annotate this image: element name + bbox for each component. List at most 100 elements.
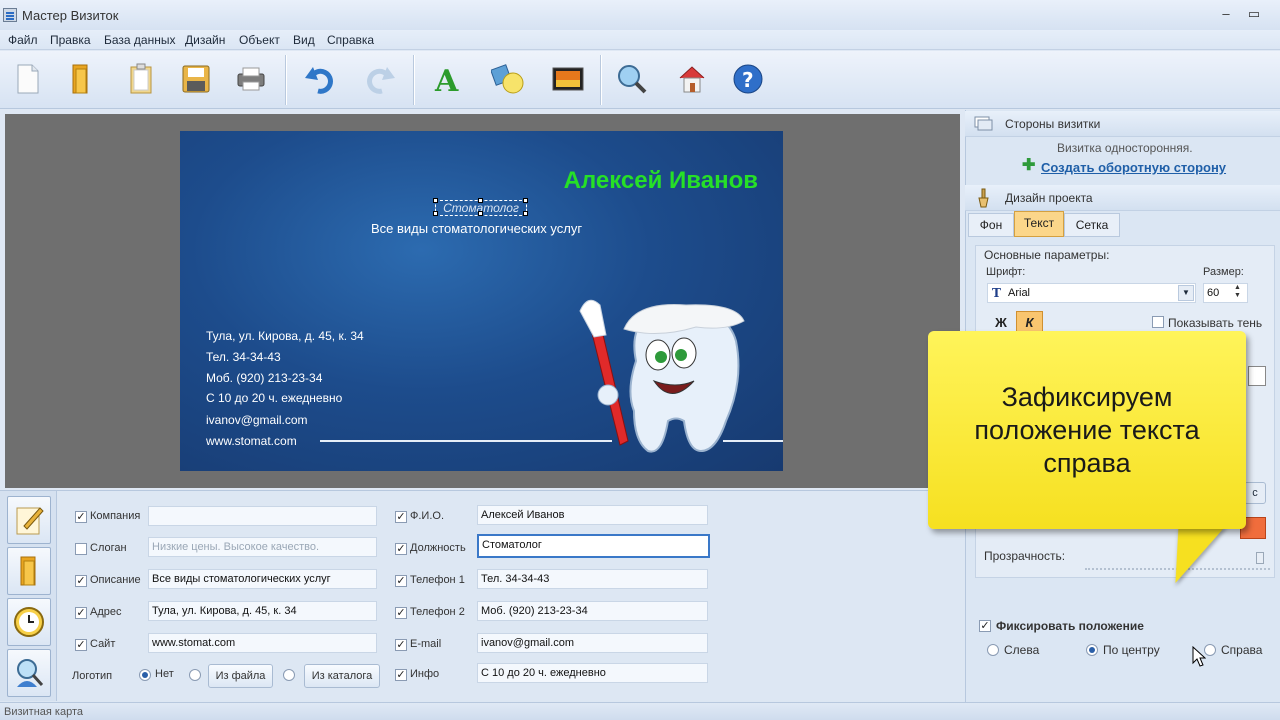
toolbar-separator xyxy=(285,55,286,105)
clipboard-icon[interactable] xyxy=(122,59,160,99)
position-field[interactable]: Стоматолог xyxy=(477,534,710,558)
clock-icon[interactable] xyxy=(7,598,51,646)
maximize-icon[interactable]: ▭ xyxy=(1244,6,1264,22)
selection-handle[interactable] xyxy=(433,211,438,216)
card-phone1-text[interactable]: Тел. 34-34-43 xyxy=(206,350,281,364)
menu-view[interactable]: Вид xyxy=(293,33,315,47)
print-icon[interactable] xyxy=(232,59,270,99)
menu-object[interactable]: Объект xyxy=(239,33,280,47)
search-user-icon[interactable] xyxy=(7,649,51,697)
fullname-field[interactable]: Алексей Иванов xyxy=(477,505,708,525)
description-checkbox[interactable]: ✓ xyxy=(75,575,87,587)
text-a-icon[interactable]: A xyxy=(429,59,467,99)
open-folder-side-icon[interactable] xyxy=(7,547,51,595)
create-back-side-link[interactable]: Создать оборотную сторону xyxy=(1041,160,1226,175)
undo-icon[interactable] xyxy=(301,59,339,99)
font-select[interactable]: Arial xyxy=(987,283,1196,303)
card-site-text[interactable]: www.stomat.com xyxy=(206,434,297,448)
align-center-radio[interactable] xyxy=(1086,644,1098,656)
transparency-slider-thumb[interactable] xyxy=(1256,552,1264,564)
email-checkbox[interactable]: ✓ xyxy=(395,639,407,651)
tab-text[interactable]: Текст xyxy=(1014,211,1064,237)
position-checkbox[interactable]: ✓ xyxy=(395,543,407,555)
minimize-icon[interactable]: – xyxy=(1216,6,1236,22)
edit-note-icon[interactable] xyxy=(7,496,51,544)
info-field[interactable]: С 10 до 20 ч. ежедневно xyxy=(477,663,708,683)
card-sides-header[interactable]: Стороны визитки xyxy=(965,111,1280,137)
menu-database[interactable]: База данных xyxy=(104,33,175,47)
slogan-field[interactable]: Низкие цены. Высокое качество. xyxy=(148,537,377,557)
phone2-checkbox[interactable]: ✓ xyxy=(395,607,407,619)
info-checkbox[interactable]: ✓ xyxy=(395,669,407,681)
tooth-mascot-image[interactable] xyxy=(576,291,766,471)
selection-handle[interactable] xyxy=(478,211,483,216)
slogan-checkbox[interactable] xyxy=(75,543,87,555)
selection-handle[interactable] xyxy=(523,211,528,216)
color-button[interactable]: c xyxy=(1244,482,1266,504)
card-sides-info: Визитка односторонняя. xyxy=(1057,141,1193,155)
menu-edit[interactable]: Правка xyxy=(50,33,91,47)
callout-text: Зафиксируем положение текста справа xyxy=(928,381,1246,480)
card-email-text[interactable]: ivanov@gmail.com xyxy=(206,413,308,427)
align-left-radio[interactable] xyxy=(987,644,999,656)
logo-from-catalog-button[interactable]: Из каталога xyxy=(304,664,380,688)
tab-grid[interactable]: Сетка xyxy=(1064,213,1120,237)
phone1-field[interactable]: Тел. 34-34-43 xyxy=(477,569,708,589)
selection-handle[interactable] xyxy=(433,198,438,203)
card-address-text[interactable]: Тула, ул. Кирова, д. 45, к. 34 xyxy=(206,329,364,343)
card-description-text[interactable]: Все виды стоматологических услуг xyxy=(371,221,582,236)
logo-catalog-radio[interactable] xyxy=(283,669,295,681)
address-label: Адрес xyxy=(90,606,122,618)
menu-file[interactable]: Файл xyxy=(8,33,38,47)
fullname-checkbox[interactable]: ✓ xyxy=(395,511,407,523)
align-right-label: Справа xyxy=(1221,643,1263,657)
font-label: Шрифт: xyxy=(986,266,1026,278)
card-phone2-text[interactable]: Моб. (920) 213-23-34 xyxy=(206,371,322,385)
address-checkbox[interactable]: ✓ xyxy=(75,607,87,619)
open-folder-icon[interactable] xyxy=(62,59,100,99)
card-info-text[interactable]: С 10 до 20 ч. ежедневно xyxy=(206,391,342,405)
company-field[interactable] xyxy=(148,506,377,526)
size-spinner[interactable]: 60 xyxy=(1203,283,1248,303)
svg-text:?: ? xyxy=(742,68,754,92)
selection-handle[interactable] xyxy=(478,198,483,203)
truetype-font-icon: T xyxy=(992,286,1001,300)
fullname-label: Ф.И.О. xyxy=(410,510,444,522)
address-field[interactable]: Тула, ул. Кирова, д. 45, к. 34 xyxy=(148,601,377,621)
font-dropdown-chevron-icon[interactable]: ▼ xyxy=(1178,285,1194,301)
tab-background[interactable]: Фон xyxy=(968,213,1014,237)
logo-file-radio[interactable] xyxy=(189,669,201,681)
image-icon[interactable] xyxy=(549,59,587,99)
position-label: Должность xyxy=(410,542,466,554)
logo-none-radio[interactable] xyxy=(139,669,151,681)
spinner-arrows-icon[interactable]: ▲ ▼ xyxy=(1234,284,1241,300)
project-design-header[interactable]: Дизайн проекта xyxy=(965,185,1280,211)
menu-design[interactable]: Дизайн xyxy=(185,33,225,47)
selection-handle[interactable] xyxy=(523,198,528,203)
business-card-preview[interactable]: Алексей Иванов Стоматолог Все виды стома… xyxy=(180,131,783,471)
plus-icon: ✚ xyxy=(1022,157,1036,174)
phone1-checkbox[interactable]: ✓ xyxy=(395,575,407,587)
font-select-value: Arial xyxy=(1008,287,1031,299)
help-icon[interactable]: ? xyxy=(729,59,767,99)
email-field[interactable]: ivanov@gmail.com xyxy=(477,633,708,653)
toolbar-separator xyxy=(600,55,601,105)
home-icon[interactable] xyxy=(673,59,711,99)
card-name-text[interactable]: Алексей Иванов xyxy=(564,167,758,195)
menu-help[interactable]: Справка xyxy=(327,33,374,47)
info-label: Инфо xyxy=(410,668,440,680)
company-checkbox[interactable]: ✓ xyxy=(75,511,87,523)
shapes-icon[interactable] xyxy=(489,59,527,99)
site-checkbox[interactable]: ✓ xyxy=(75,639,87,651)
phone2-field[interactable]: Моб. (920) 213-23-34 xyxy=(477,601,708,621)
save-disk-icon[interactable] xyxy=(177,59,215,99)
new-document-icon[interactable] xyxy=(9,59,47,99)
show-shadow-checkbox[interactable] xyxy=(1152,316,1164,328)
zoom-search-icon[interactable] xyxy=(613,59,651,99)
redo-icon[interactable] xyxy=(361,59,399,99)
fix-position-checkbox[interactable]: ✓ xyxy=(979,620,991,632)
logo-from-file-button[interactable]: Из файла xyxy=(208,664,273,688)
site-field[interactable]: www.stomat.com xyxy=(148,633,377,653)
color-swatch[interactable] xyxy=(1248,366,1266,386)
description-field[interactable]: Все виды стоматологических услуг xyxy=(148,569,377,589)
